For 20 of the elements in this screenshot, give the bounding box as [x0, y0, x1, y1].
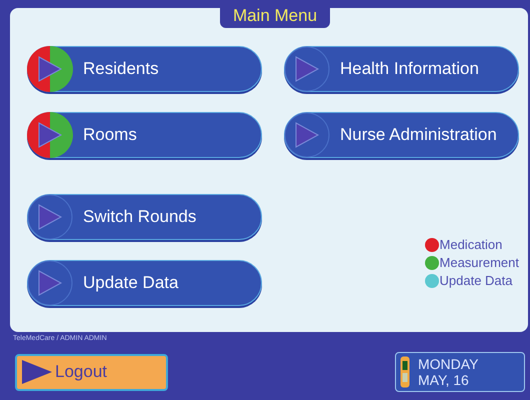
- logout-button[interactable]: Logout: [15, 354, 168, 390]
- menu-button[interactable]: Rooms: [27, 112, 262, 158]
- legend-label: Measurement: [440, 255, 519, 270]
- play-icon: [284, 112, 330, 158]
- menu-button[interactable]: Residents: [27, 46, 262, 92]
- status-indicator-icon: [27, 112, 73, 158]
- play-icon: [27, 260, 73, 306]
- menu-button[interactable]: Switch Rounds: [27, 194, 262, 240]
- play-icon: [284, 46, 330, 92]
- status-indicator-icon: [27, 46, 73, 92]
- level-icon: [400, 356, 410, 388]
- legend-label: Update Data: [440, 273, 513, 288]
- menu-button[interactable]: Health Information: [284, 46, 519, 92]
- play-icon: [27, 194, 73, 240]
- menu-button[interactable]: Update Data: [27, 260, 262, 306]
- menu-button[interactable]: Nurse Administration: [284, 112, 519, 158]
- day-text: MONDAY: [418, 356, 478, 372]
- play-icon: [21, 359, 53, 385]
- date-text: MAY, 16: [418, 372, 470, 388]
- legend-label: Medication: [440, 237, 502, 252]
